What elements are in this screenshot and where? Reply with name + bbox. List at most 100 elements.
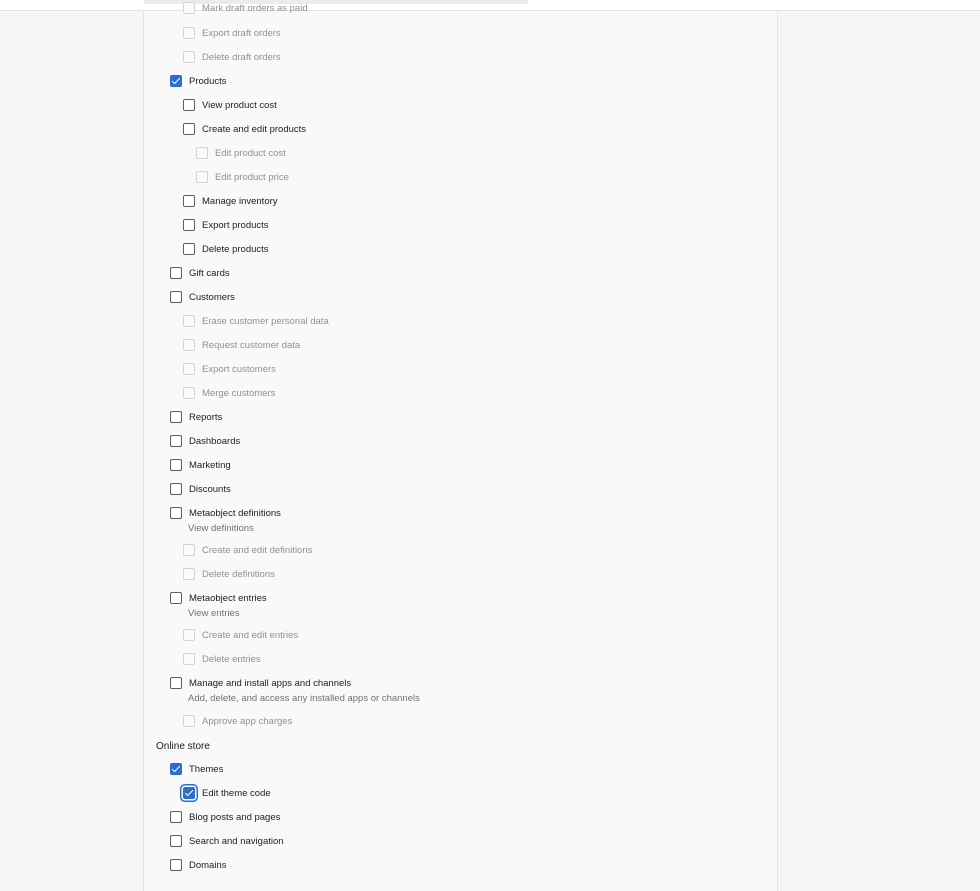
permission-row-view-product-cost[interactable]: View product cost (183, 95, 277, 115)
permission-label: Export draft orders (202, 27, 281, 39)
permission-label: Create and edit entries (202, 629, 299, 641)
permission-label: Approve app charges (202, 715, 293, 727)
permission-row-manage-inventory[interactable]: Manage inventory (183, 191, 278, 211)
permission-row-dashboards[interactable]: Dashboards (170, 431, 240, 451)
checkbox-reports[interactable] (170, 411, 182, 423)
permission-row-export-products[interactable]: Export products (183, 215, 269, 235)
permission-row-delete-definitions: Delete definitions (183, 564, 275, 584)
checkbox-delete-entries (183, 653, 195, 665)
permission-label: Create and edit definitions (202, 544, 313, 556)
checkbox-create-and-edit-definitions (183, 544, 195, 556)
checkbox-metaobject-definitions[interactable] (170, 507, 182, 519)
permission-row-metaobject-definitions[interactable]: Metaobject definitions (170, 503, 281, 523)
checkbox-marketing[interactable] (170, 459, 182, 471)
permission-row-edit-theme-code[interactable]: Edit theme code (183, 783, 271, 803)
checkbox-search-and-navigation[interactable] (170, 835, 182, 847)
permission-label: Manage inventory (202, 195, 278, 207)
permission-label: Manage and install apps and channels (189, 677, 352, 689)
permission-label: Request customer data (202, 339, 301, 351)
checkbox-dashboards[interactable] (170, 435, 182, 447)
checkbox-themes[interactable] (170, 763, 182, 775)
checkbox-customers[interactable] (170, 291, 182, 303)
permission-row-export-draft-orders: Export draft orders (183, 23, 281, 43)
section-online-store: Online store (156, 741, 210, 752)
permission-label: Mark draft orders as paid (202, 2, 308, 14)
permission-row-delete-draft-orders: Delete draft orders (183, 47, 281, 67)
checkbox-edit-product-cost (196, 147, 208, 159)
permission-row-merge-customers: Merge customers (183, 383, 275, 403)
checkbox-edit-product-price (196, 171, 208, 183)
checkbox-approve-app-charges (183, 715, 195, 727)
permission-label: Domains (189, 859, 227, 871)
checkbox-delete-products[interactable] (183, 243, 195, 255)
checkbox-view-product-cost[interactable] (183, 99, 195, 111)
permission-label: Customers (189, 291, 235, 303)
checkbox-metaobject-entries[interactable] (170, 592, 182, 604)
top-bar (0, 0, 980, 11)
permission-label: Delete draft orders (202, 51, 281, 63)
permission-label: Products (189, 75, 227, 87)
permission-label: Edit theme code (202, 787, 271, 799)
permission-row-create-and-edit-products[interactable]: Create and edit products (183, 119, 306, 139)
checkbox-delete-draft-orders (183, 51, 195, 63)
permission-row-edit-product-price: Edit product price (196, 167, 289, 187)
checkbox-request-customer-data (183, 339, 195, 351)
permission-label: Export products (202, 219, 269, 231)
permission-row-request-customer-data: Request customer data (183, 335, 300, 355)
permission-row-metaobject-entries[interactable]: Metaobject entries (170, 588, 267, 608)
permission-label: Delete definitions (202, 568, 275, 580)
permission-row-gift-cards[interactable]: Gift cards (170, 263, 230, 283)
permission-row-create-and-edit-entries: Create and edit entries (183, 625, 298, 645)
permission-label: Discounts (189, 483, 231, 495)
checkbox-discounts[interactable] (170, 483, 182, 495)
checkbox-domains[interactable] (170, 859, 182, 871)
permission-row-themes[interactable]: Themes (170, 759, 223, 779)
permission-row-search-and-navigation[interactable]: Search and navigation (170, 831, 284, 851)
permission-help-text: Add, delete, and access any installed ap… (188, 693, 420, 704)
permission-label: Export customers (202, 363, 276, 375)
checkbox-create-and-edit-entries (183, 629, 195, 641)
checkbox-gift-cards[interactable] (170, 267, 182, 279)
checkbox-manage-inventory[interactable] (183, 195, 195, 207)
permission-label: Merge customers (202, 387, 276, 399)
checkbox-merge-customers (183, 387, 195, 399)
permission-label: Themes (189, 763, 224, 775)
permission-row-delete-products[interactable]: Delete products (183, 239, 269, 259)
checkbox-edit-theme-code[interactable] (183, 787, 195, 799)
permission-row-discounts[interactable]: Discounts (170, 479, 231, 499)
checkbox-blog-posts-and-pages[interactable] (170, 811, 182, 823)
permission-row-create-and-edit-definitions: Create and edit definitions (183, 540, 312, 560)
checkbox-export-draft-orders (183, 27, 195, 39)
permission-label: Create and edit products (202, 123, 307, 135)
checkbox-mark-draft-orders-as-paid (183, 2, 195, 14)
permission-label: View product cost (202, 99, 277, 111)
permission-label: Edit product price (215, 171, 289, 183)
permission-row-customers[interactable]: Customers (170, 287, 235, 307)
permission-row-manage-and-install-apps-and-channels[interactable]: Manage and install apps and channels (170, 673, 351, 693)
permission-help-text: View definitions (188, 523, 254, 534)
checkbox-manage-and-install-apps-and-channels[interactable] (170, 677, 182, 689)
checkbox-export-products[interactable] (183, 219, 195, 231)
permission-label: Delete products (202, 243, 269, 255)
permission-row-products[interactable]: Products (170, 71, 227, 91)
permission-row-marketing[interactable]: Marketing (170, 455, 231, 475)
permission-label: Delete entries (202, 653, 261, 665)
permission-row-domains[interactable]: Domains (170, 855, 227, 875)
permission-label: Metaobject definitions (189, 507, 281, 519)
permission-label: Reports (189, 411, 223, 423)
permission-label: Edit product cost (215, 147, 286, 159)
permission-row-export-customers: Export customers (183, 359, 276, 379)
permission-help-text: View entries (188, 608, 240, 619)
permission-row-erase-customer-personal-data: Erase customer personal data (183, 311, 329, 331)
checkbox-create-and-edit-products[interactable] (183, 123, 195, 135)
permission-label: Search and navigation (189, 835, 284, 847)
permission-row-reports[interactable]: Reports (170, 407, 222, 427)
permission-label: Erase customer personal data (202, 315, 329, 327)
permission-label: Dashboards (189, 435, 241, 447)
permission-label: Metaobject entries (189, 592, 267, 604)
permission-row-blog-posts-and-pages[interactable]: Blog posts and pages (170, 807, 280, 827)
permission-label: Marketing (189, 459, 231, 471)
checkbox-products[interactable] (170, 75, 182, 87)
checkbox-delete-definitions (183, 568, 195, 580)
permission-row-approve-app-charges: Approve app charges (183, 711, 292, 731)
